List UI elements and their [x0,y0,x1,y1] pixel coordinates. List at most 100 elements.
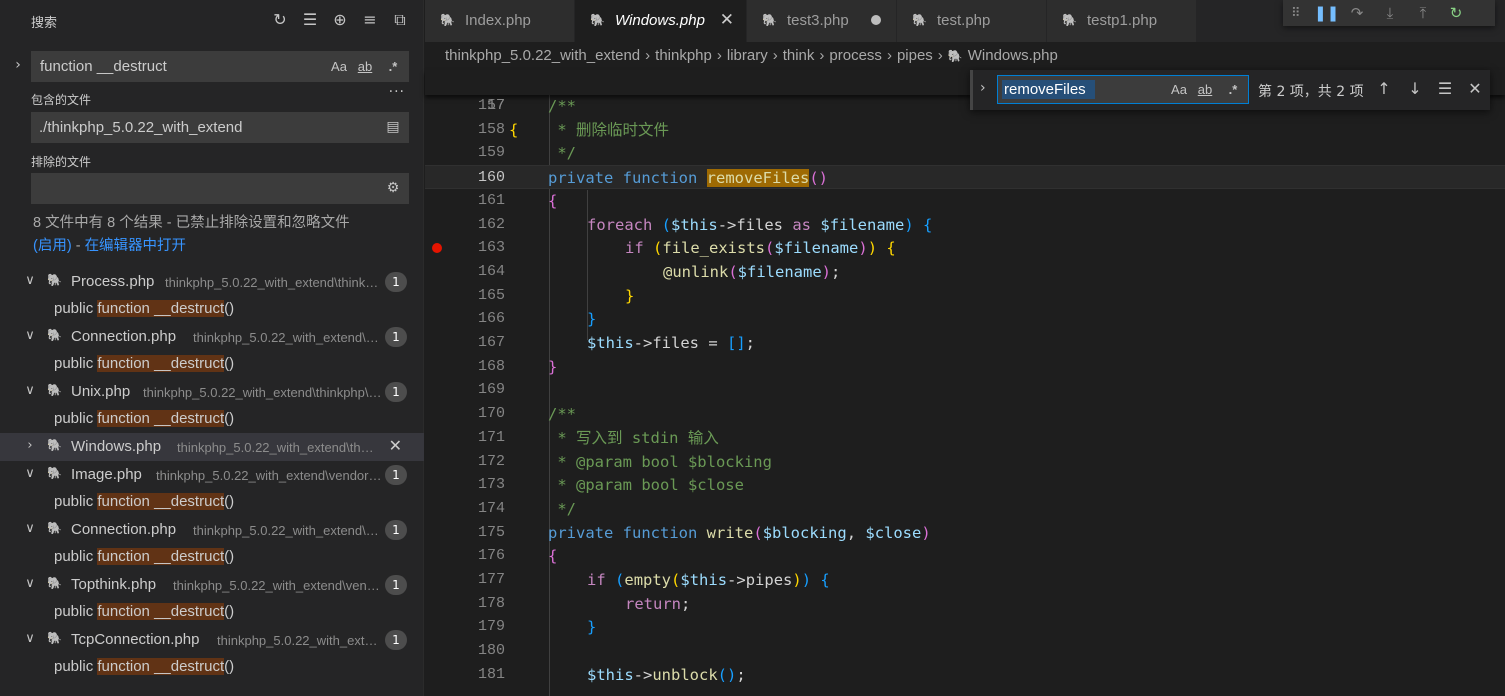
use-regex-icon[interactable]: .* [1222,79,1244,101]
line-number: 173 [477,476,505,494]
close-icon[interactable]: ✕ [1464,78,1486,100]
chevron-down-icon[interactable]: ∨ [22,521,38,536]
code-keyword: if [587,571,606,589]
line-number: 181 [477,665,505,683]
pause-icon[interactable]: ❚❚ [1314,4,1339,22]
chevron-down-icon[interactable]: ∨ [22,328,38,343]
result-match-row[interactable]: public function __destruct() [0,489,424,516]
line-number: 164 [477,262,505,280]
dismiss-result-icon[interactable]: ✕ [389,436,402,455]
use-regex-icon[interactable]: .* [382,56,404,78]
result-file-row[interactable]: ∨ 🐘 TcpConnection.php thinkphp_5.0.22_wi… [0,626,424,654]
chevron-down-icon[interactable]: ∨ [22,273,38,288]
code-view[interactable]: 157/** 158 * 删除临时文件 159 */ 160 private fu… [425,94,1505,696]
refresh-icon[interactable]: ↻ [270,10,290,30]
result-match-row[interactable]: public function __destruct() [0,654,424,681]
code-variable: $this [587,334,634,352]
breadcrumb-item[interactable]: Windows.php [968,47,1058,64]
tab-index[interactable]: 🐘 Index.php [425,0,575,42]
chevron-down-icon[interactable]: ∨ [22,631,38,646]
toggle-replace-chevron-icon[interactable]: › [11,57,25,73]
breadcrumb-item[interactable]: library [727,47,768,64]
code-variable: $this [671,215,718,234]
breadcrumb-item[interactable]: thinkphp_5.0.22_with_extend [445,47,640,64]
result-file-row[interactable]: ∨ 🐘 Connection.php thinkphp_5.0.22_with_… [0,323,424,351]
match-suffix: () [224,548,235,565]
match-prefix: public [54,658,98,675]
enable-exclude-link[interactable]: (启用) [33,238,72,254]
step-into-icon[interactable]: ⤓ [1380,4,1400,22]
chevron-down-icon[interactable]: ∨ [22,466,38,481]
new-search-editor-icon[interactable]: ⊕ [330,10,350,30]
tab-testp1[interactable]: 🐘 testp1.php [1047,0,1197,42]
clear-results-icon[interactable]: ☰ [300,10,320,30]
breadcrumb-item[interactable]: think [783,47,815,64]
result-file-row[interactable]: ∨ 🐘 Process.php thinkphp_5.0.22_with_ext… [0,268,424,296]
summary-dash: - [71,238,85,254]
result-file-row[interactable]: ∨ 🐘 Topthink.php thinkphp_5.0.22_with_ex… [0,571,424,599]
exclude-input[interactable] [31,173,371,204]
match-prefix: public [54,603,98,620]
result-match-row[interactable]: public function __destruct() [0,406,424,433]
tab-test[interactable]: 🐘 test.php [897,0,1047,42]
include-input[interactable] [31,112,371,143]
open-in-editor-link[interactable]: 在编辑器中打开 [85,238,187,254]
line-number: 161 [477,191,505,209]
chevron-right-icon: › [886,47,892,64]
result-match-row[interactable]: public function __destruct() [0,351,424,378]
result-file-name: Image.php [71,466,142,483]
php-file-icon: 🐘 [47,521,62,535]
chevron-right-icon[interactable]: › [22,438,38,453]
chevron-down-icon[interactable]: ∨ [22,383,38,398]
arrow-up-icon[interactable]: ↑ [1373,78,1395,100]
chevron-down-icon[interactable]: ∨ [22,576,38,591]
toggle-replace-chevron-icon[interactable]: › [980,80,986,96]
restart-icon[interactable]: ↻ [1446,4,1466,22]
match-whole-word-icon[interactable]: ab [354,56,376,78]
match-prefix: public [54,410,98,427]
open-editors-only-icon[interactable]: ▤ [383,117,403,137]
use-exclude-settings-icon[interactable]: ⚙ [383,178,403,198]
view-as-tree-icon[interactable]: ≡ [360,10,380,30]
arrow-down-icon[interactable]: ↓ [1404,78,1426,100]
tab-label: test.php [937,12,991,29]
breadcrumb-item[interactable]: pipes [897,47,933,64]
breadcrumb-item[interactable]: process [829,47,882,64]
result-file-row[interactable]: ∨ 🐘 Unix.php thinkphp_5.0.22_with_extend… [0,378,424,406]
result-file-row[interactable]: ∨ 🐘 Connection.php thinkphp_5.0.22_with_… [0,516,424,544]
match-case-icon[interactable]: Aa [328,56,350,78]
step-out-icon[interactable]: ⤒ [1413,4,1433,22]
code-function: empty [624,571,672,589]
code-variable: $blocking [762,523,847,542]
code-variable: $filename [820,215,905,234]
match-case-icon[interactable]: Aa [1168,79,1190,101]
tab-test3[interactable]: 🐘 test3.php [747,0,897,42]
line-number: 170 [477,405,505,423]
more-options-icon[interactable]: ··· [389,84,405,100]
code-function: file_exists [662,239,766,258]
tab-label: Index.php [465,12,531,29]
match-whole-word-icon[interactable]: ab [1194,79,1216,101]
find-input[interactable] [998,76,1158,103]
match-highlight: function __destruct [97,603,225,620]
line-number: 176 [477,547,505,565]
result-file-row[interactable]: ∨ 🐘 Image.php thinkphp_5.0.22_with_exten… [0,461,424,489]
result-file-name: Process.php [71,273,155,290]
unsaved-dot-icon[interactable] [871,15,881,25]
find-in-selection-icon[interactable]: ☰ [1434,78,1456,100]
code-comment: /** [548,97,576,115]
result-match-row[interactable]: public function __destruct() [0,599,424,626]
search-input[interactable] [32,52,322,81]
result-match-row[interactable]: public function __destruct() [0,296,424,323]
code-variable: $filename [737,262,822,281]
step-over-icon[interactable]: ↷ [1347,4,1367,22]
line-number: 163 [477,239,505,257]
close-tab-icon[interactable]: ✕ [720,10,734,30]
result-file-row-selected[interactable]: › 🐘 Windows.php thinkphp_5.0.22_with_ext… [0,433,424,461]
drag-grip-icon[interactable]: ⠿ [1291,6,1301,21]
line-number: 174 [477,499,505,517]
tab-windows[interactable]: 🐘 Windows.php ✕ [575,0,747,42]
collapse-all-icon[interactable]: ⧉ [390,10,410,30]
breadcrumb-item[interactable]: thinkphp [655,47,712,64]
result-match-row[interactable]: public function __destruct() [0,544,424,571]
